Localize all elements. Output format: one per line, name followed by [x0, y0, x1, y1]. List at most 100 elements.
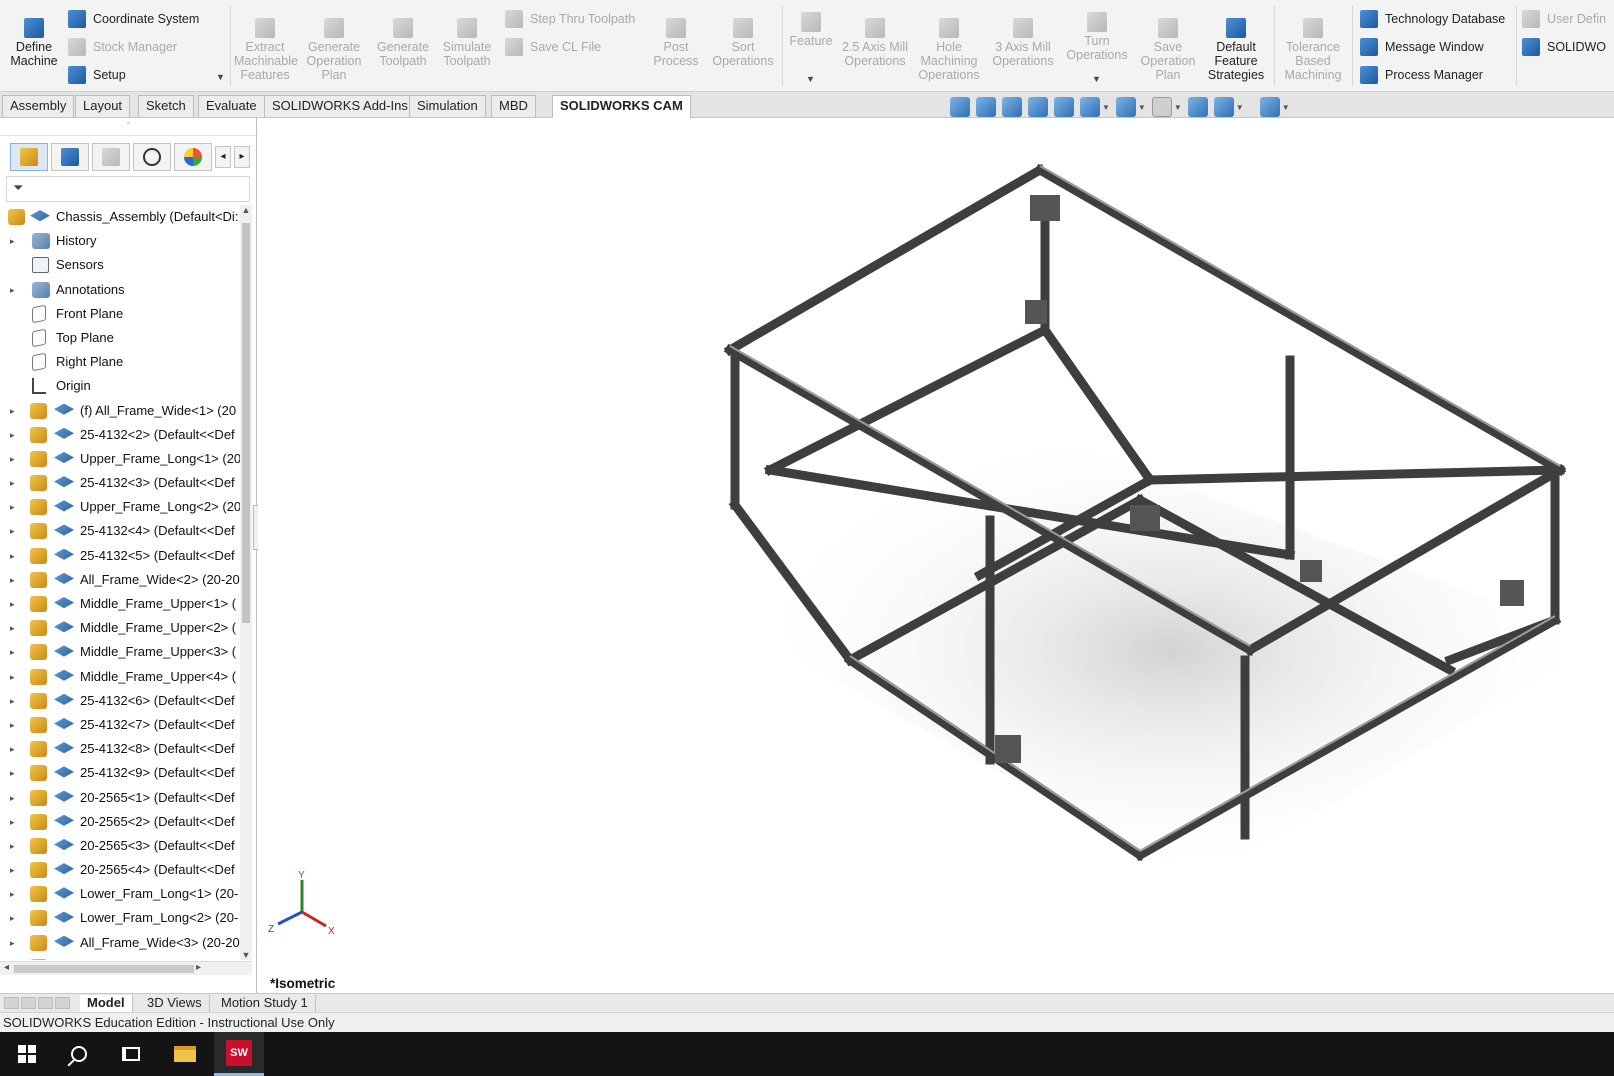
- expand-arrow-icon[interactable]: ▸: [10, 931, 15, 955]
- expand-arrow-icon[interactable]: ▸: [10, 447, 15, 471]
- tab-solidworks-addins[interactable]: SOLIDWORKS Add-Ins: [264, 95, 416, 117]
- horizontal-scroll-thumb[interactable]: [14, 965, 194, 973]
- view-settings-dropdown-icon[interactable]: ▼: [1282, 103, 1290, 112]
- sort-operations-button[interactable]: Sort Operations: [710, 18, 776, 68]
- tab-assembly[interactable]: Assembly: [2, 95, 75, 117]
- tree-item[interactable]: Top Plane: [0, 326, 240, 350]
- expand-arrow-icon[interactable]: ▸: [10, 906, 15, 930]
- user-defined-button[interactable]: User Defin: [1522, 10, 1606, 28]
- view-orientation-icon[interactable]: [1080, 97, 1100, 117]
- solidworks-taskbar-button[interactable]: SW: [214, 1032, 264, 1076]
- tree-item[interactable]: ▸ Middle_Frame_Upper<2> (: [0, 616, 240, 640]
- expand-arrow-icon[interactable]: ▸: [10, 423, 15, 447]
- post-process-button[interactable]: Post Process: [652, 18, 700, 68]
- expand-arrow-icon[interactable]: ▸: [10, 858, 15, 882]
- expand-arrow-icon[interactable]: ▸: [10, 737, 15, 761]
- tab-solidworks-cam[interactable]: SOLIDWORKS CAM: [552, 95, 691, 118]
- expand-arrow-icon[interactable]: ▸: [10, 229, 15, 253]
- expand-arrow-icon[interactable]: ▸: [10, 640, 15, 664]
- panel-tabs-left-arrow-icon[interactable]: ◂: [215, 146, 231, 168]
- tree-item[interactable]: ▸ Middle_Frame_Upper<3> (: [0, 640, 240, 664]
- tree-item[interactable]: ▸ 25-4132<6> (Default<<Def: [0, 689, 240, 713]
- section-view-icon[interactable]: [1028, 97, 1048, 117]
- expand-arrow-icon[interactable]: ▸: [10, 544, 15, 568]
- tree-item[interactable]: ▸ 20-2565<3> (Default<<Def: [0, 834, 240, 858]
- property-manager-tab[interactable]: [51, 143, 89, 171]
- expand-arrow-icon[interactable]: ▸: [10, 495, 15, 519]
- tree-item[interactable]: Right Plane: [0, 350, 240, 374]
- turn-operations-button[interactable]: Turn Operations: [1062, 12, 1132, 62]
- tree-item[interactable]: ▸ 25-4132<5> (Default<<Def: [0, 544, 240, 568]
- process-manager-button[interactable]: Process Manager: [1360, 66, 1483, 84]
- expand-arrow-icon[interactable]: ▸: [10, 568, 15, 592]
- task-view-button[interactable]: [106, 1032, 156, 1076]
- tree-item[interactable]: ▸ Lower_Fram_Long<2> (20-: [0, 906, 240, 930]
- tree-item[interactable]: ▸ Middle_Frame_Upper<4> (: [0, 665, 240, 689]
- expand-arrow-icon[interactable]: ▸: [10, 471, 15, 495]
- expand-arrow-icon[interactable]: ▸: [10, 592, 15, 616]
- expand-arrow-icon[interactable]: ▸: [10, 713, 15, 737]
- tree-horizontal-scrollbar[interactable]: ◂ ▸: [0, 961, 252, 975]
- tree-item[interactable]: ▸ History: [0, 229, 240, 253]
- mill-3-axis-button[interactable]: 3 Axis Mill Operations: [990, 18, 1056, 68]
- generate-operation-plan-button[interactable]: Generate Operation Plan: [302, 18, 366, 82]
- scroll-down-icon[interactable]: ▼: [240, 950, 252, 960]
- edit-appearance-icon[interactable]: [1187, 97, 1208, 117]
- chassis-frame-model[interactable]: [258, 118, 1614, 993]
- previous-view-icon[interactable]: [1002, 97, 1022, 117]
- scroll-thumb[interactable]: [242, 223, 250, 623]
- hide-show-dropdown-icon[interactable]: ▼: [1174, 103, 1182, 112]
- tab-layout[interactable]: Layout: [75, 95, 131, 117]
- expand-arrow-icon[interactable]: ▸: [10, 616, 15, 640]
- tree-root-assembly[interactable]: Chassis_Assembly (Default<Di:: [0, 205, 240, 229]
- zoom-to-fit-icon[interactable]: [950, 97, 970, 117]
- panel-grip-icon[interactable]: ◦: [0, 118, 257, 136]
- feature-dropdown-icon[interactable]: ▼: [806, 74, 815, 84]
- tree-item[interactable]: Origin: [0, 374, 240, 398]
- feature-button[interactable]: Feature: [786, 12, 836, 48]
- scene-dropdown-icon[interactable]: ▼: [1236, 103, 1244, 112]
- tab-evaluate[interactable]: Evaluate: [198, 95, 265, 117]
- tab-simulation[interactable]: Simulation: [409, 95, 486, 117]
- expand-arrow-icon[interactable]: ▸: [10, 399, 15, 423]
- view-orientation-dropdown-icon[interactable]: ▼: [1102, 103, 1110, 112]
- scroll-up-icon[interactable]: ▲: [240, 205, 252, 215]
- tree-item[interactable]: Front Plane: [0, 302, 240, 326]
- tree-vertical-scrollbar[interactable]: ▲ ▼: [240, 205, 252, 960]
- expand-arrow-icon[interactable]: ▸: [10, 882, 15, 906]
- tree-filter-box[interactable]: ⏷: [6, 176, 250, 202]
- expand-arrow-icon[interactable]: ▸: [10, 519, 15, 543]
- simulate-toolpath-button[interactable]: Simulate Toolpath: [437, 18, 497, 68]
- technology-database-button[interactable]: Technology Database: [1360, 10, 1505, 28]
- tree-item[interactable]: ▸ All_Frame_Wide<2> (20-20: [0, 568, 240, 592]
- hole-machining-button[interactable]: Hole Machining Operations: [914, 18, 984, 82]
- tab-3d-views[interactable]: 3D Views: [140, 995, 210, 1012]
- tree-item[interactable]: ▸ 25-4132<2> (Default<<Def: [0, 423, 240, 447]
- expand-arrow-icon[interactable]: ▸: [10, 278, 15, 302]
- tree-item[interactable]: ▸ 25-4132<7> (Default<<Def: [0, 713, 240, 737]
- tree-item[interactable]: ▸ 20-2565<4> (Default<<Def: [0, 858, 240, 882]
- file-explorer-button[interactable]: [160, 1032, 210, 1076]
- tolerance-based-button[interactable]: Tolerance Based Machining: [1280, 18, 1346, 82]
- search-button[interactable]: [54, 1032, 104, 1076]
- solidworks-button[interactable]: SOLIDWO: [1522, 38, 1606, 56]
- tree-item[interactable]: ▸ 25-4132<8> (Default<<Def: [0, 737, 240, 761]
- start-button[interactable]: [2, 1032, 52, 1076]
- tree-item[interactable]: ▸ All_Frame_Wide<4> (20-20: [0, 955, 240, 960]
- extract-features-button[interactable]: Extract Machinable Features: [234, 18, 298, 82]
- tree-item[interactable]: ▸ Annotations: [0, 278, 240, 302]
- display-style-dropdown-icon[interactable]: ▼: [1138, 103, 1146, 112]
- step-thru-toolpath-button[interactable]: Step Thru Toolpath: [505, 10, 635, 28]
- turn-dropdown-icon[interactable]: ▼: [1092, 74, 1101, 84]
- expand-arrow-icon[interactable]: ▸: [10, 761, 15, 785]
- tree-item[interactable]: ▸ All_Frame_Wide<3> (20-20: [0, 931, 240, 955]
- view-settings-icon[interactable]: [1259, 97, 1280, 117]
- expand-arrow-icon[interactable]: ▸: [10, 689, 15, 713]
- expand-arrow-icon[interactable]: ▸: [10, 810, 15, 834]
- default-feature-strategies-button[interactable]: Default Feature Strategies: [1204, 18, 1268, 82]
- define-machine-button[interactable]: Define Machine: [6, 18, 62, 68]
- message-window-button[interactable]: Message Window: [1360, 38, 1484, 56]
- tree-item[interactable]: ▸ Upper_Frame_Long<1> (20: [0, 447, 240, 471]
- stock-manager-button[interactable]: Stock Manager: [68, 38, 177, 56]
- display-style-icon[interactable]: [1115, 97, 1136, 117]
